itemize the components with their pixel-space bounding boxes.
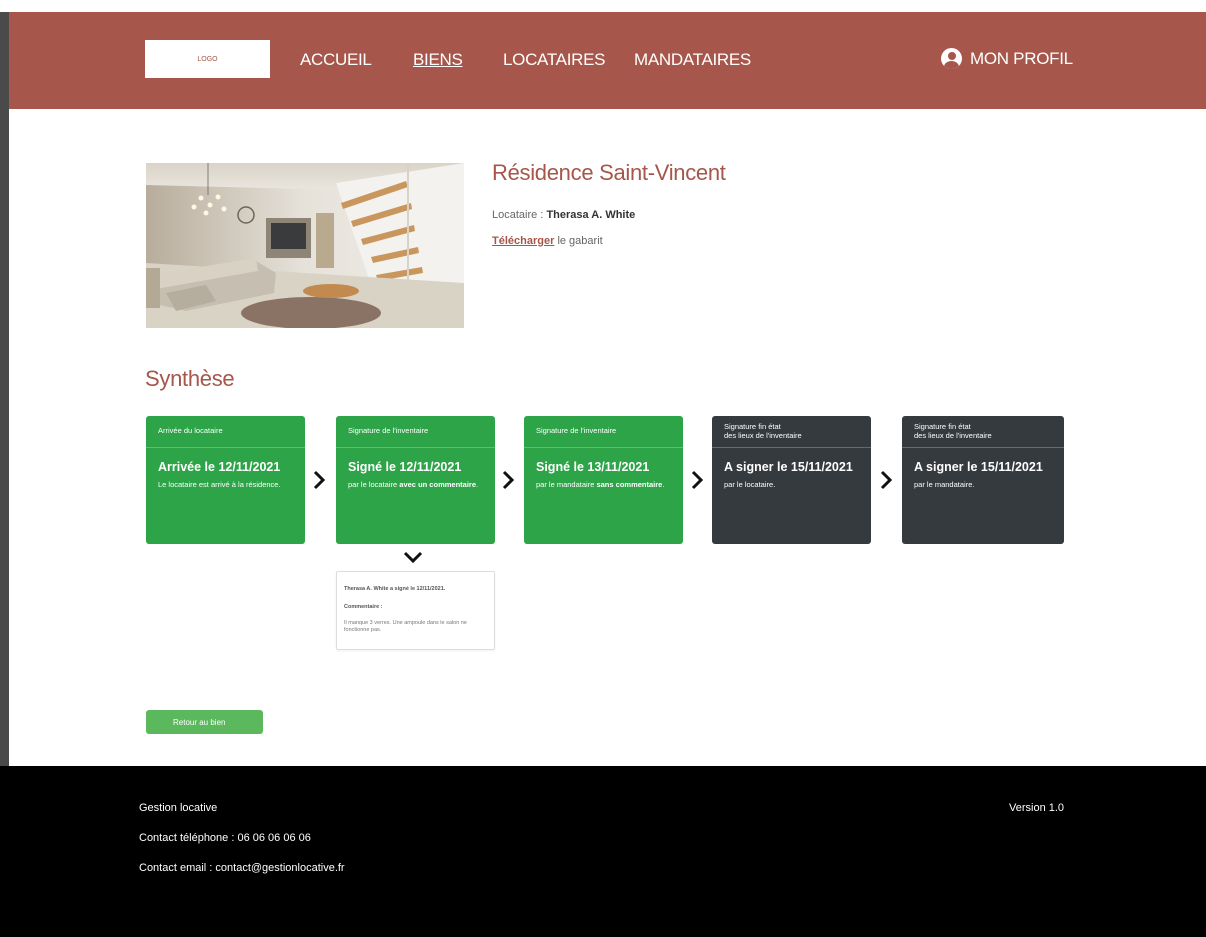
chevron-right-icon: [880, 470, 893, 490]
user-icon: [941, 48, 962, 69]
site-header: LOGO ACCUEIL BIENS LOCATAIRES MANDATAIRE…: [9, 12, 1206, 109]
step-desc: par le mandataire sans commentaire.: [524, 474, 683, 491]
step-desc: par le mandataire.: [914, 480, 975, 489]
step-header: Signature de l'inventaire: [336, 416, 495, 448]
step-header: Arrivée du locataire: [146, 416, 305, 448]
top-spacer: [0, 0, 1206, 12]
nav-accueil[interactable]: ACCUEIL: [300, 50, 372, 70]
comment-panel: Therasa A. White a signé le 12/11/2021. …: [336, 571, 495, 650]
chevron-down-icon[interactable]: [402, 550, 424, 564]
step-desc: Le locataire est arrivé à la résidence.: [158, 480, 281, 489]
step-main: Signé le 13/11/2021: [536, 460, 650, 474]
synthese-heading: Synthèse: [145, 366, 235, 391]
step-desc: par le locataire.: [724, 480, 776, 489]
footer-phone: Contact téléphone : 06 06 06 06 06: [139, 832, 311, 844]
step-header: Signature fin état des lieux de l'invent…: [902, 416, 1064, 448]
back-to-property-button[interactable]: Retour au bien: [146, 710, 263, 734]
step-header-line2: des lieux de l'inventaire: [724, 430, 802, 440]
step-main: Arrivée le 12/11/2021: [158, 460, 281, 474]
download-template-link[interactable]: Télécharger: [492, 235, 554, 247]
step-desc-end: .: [662, 480, 665, 489]
step-card-inventory-agent: Signature de l'inventaire Signé le 13/11…: [524, 416, 683, 544]
tenant-line: Locataire : Therasa A. White: [492, 209, 635, 221]
footer-company: Gestion locative: [139, 802, 218, 814]
nav-biens[interactable]: BIENS: [413, 50, 463, 70]
step-main: Signé le 12/11/2021: [348, 460, 462, 474]
chevron-right-icon: [313, 470, 326, 490]
download-line: Télécharger le gabarit: [492, 235, 603, 247]
step-header-line2: des lieux de l'inventaire: [914, 430, 992, 440]
step-card-inventory-tenant[interactable]: Signature de l'inventaire Signé le 12/11…: [336, 416, 495, 544]
property-title: Résidence Saint-Vincent: [492, 160, 726, 185]
step-desc-plain: par le mandataire: [536, 480, 595, 489]
step-desc-bold: sans commentaire: [596, 480, 663, 489]
property-photo: [146, 163, 464, 328]
tenant-label: Locataire :: [492, 209, 544, 221]
download-suffix: le gabarit: [557, 235, 603, 247]
step-card-exit-agent: Signature fin état des lieux de l'invent…: [902, 416, 1064, 544]
step-card-exit-tenant: Signature fin état des lieux de l'invent…: [712, 416, 871, 544]
tenant-name: Therasa A. White: [546, 209, 636, 221]
comment-label: Commentaire :: [344, 604, 383, 610]
comment-signed-line: Therasa A. White a signé le 12/11/2021.: [344, 586, 446, 592]
step-header: Signature de l'inventaire: [524, 416, 683, 448]
step-desc-bold: avec un commentaire: [399, 480, 476, 489]
step-card-arrival: Arrivée du locataire Arrivée le 12/11/20…: [146, 416, 305, 544]
chevron-right-icon: [691, 470, 704, 490]
profile-link[interactable]: MON PROFIL: [941, 48, 1073, 69]
step-desc-end: .: [476, 480, 479, 489]
chevron-right-icon: [502, 470, 515, 490]
step-desc: par le locataire avec un commentaire.: [336, 474, 495, 491]
footer-email: Contact email : contact@gestionlocative.…: [139, 862, 345, 874]
nav-mandataires[interactable]: MANDATAIRES: [634, 50, 751, 70]
step-main: A signer le 15/11/2021: [724, 460, 853, 474]
site-footer: Gestion locative Contact téléphone : 06 …: [0, 766, 1206, 937]
step-desc-plain: par le locataire: [348, 480, 398, 489]
comment-text: Il manque 3 verres. Une ampoule dans le …: [344, 620, 467, 634]
step-header: Signature fin état des lieux de l'invent…: [712, 416, 871, 448]
logo[interactable]: LOGO: [145, 40, 270, 78]
step-main: A signer le 15/11/2021: [914, 460, 1043, 474]
profile-label: MON PROFIL: [970, 48, 1073, 68]
footer-version: Version 1.0: [1009, 802, 1065, 814]
nav-locataires[interactable]: LOCATAIRES: [503, 50, 605, 70]
